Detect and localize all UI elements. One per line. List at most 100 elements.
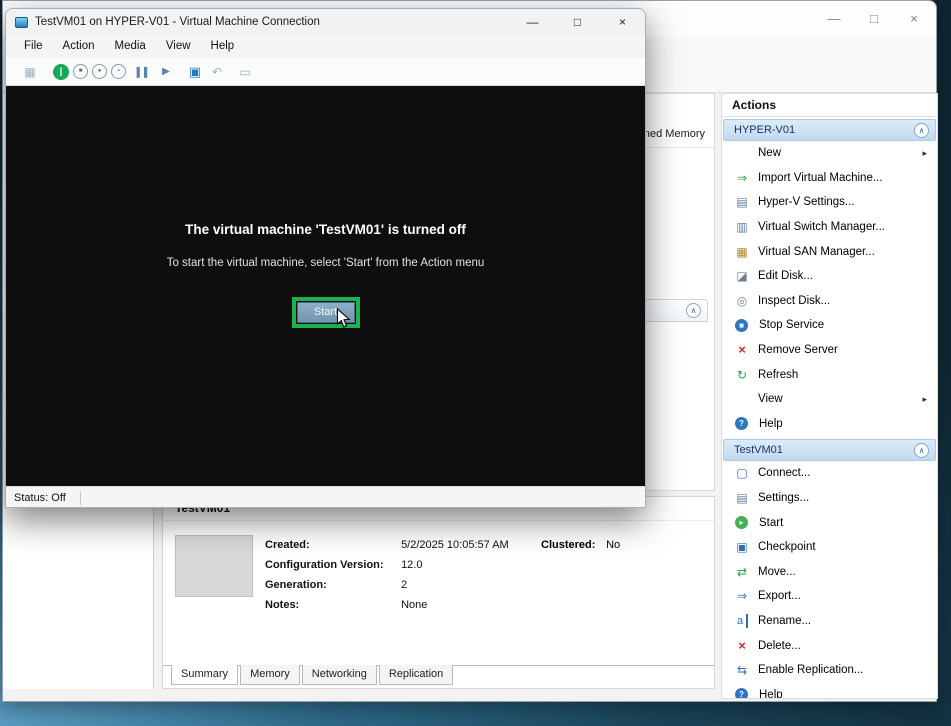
- action-label: Import Virtual Machine...: [758, 172, 882, 184]
- stop-service-icon: ■: [735, 319, 748, 332]
- vm-off-instruction: To start the virtual machine, select 'St…: [6, 257, 645, 269]
- tab-networking[interactable]: Networking: [302, 665, 377, 685]
- inspect-disk-icon: ◎: [734, 294, 750, 308]
- tab-summary[interactable]: Summary: [171, 665, 238, 685]
- chevron-up-icon[interactable]: ∧: [686, 303, 701, 318]
- vmconnect-icon: [15, 17, 28, 28]
- action-label: Stop Service: [759, 319, 824, 331]
- submenu-arrow-icon: ▸: [922, 394, 927, 405]
- tab-memory[interactable]: Memory: [240, 665, 300, 685]
- action-remove-server[interactable]: × Remove Server: [722, 338, 937, 363]
- shut-down-button[interactable]: ●: [92, 64, 107, 79]
- action-label: Move...: [758, 566, 796, 578]
- action-label: Virtual SAN Manager...: [758, 246, 875, 258]
- action-help[interactable]: ? Help: [722, 412, 937, 437]
- checkpoint-button[interactable]: ▣: [186, 64, 204, 80]
- menu-file[interactable]: File: [14, 35, 53, 58]
- virtual-san-manager-icon: ▦: [734, 245, 750, 259]
- actions-group-header-hyperv01[interactable]: HYPER-V01 ∧: [723, 119, 936, 141]
- revert-button[interactable]: ↶: [208, 65, 226, 79]
- status-text: Status: Off: [14, 492, 66, 504]
- action-checkpoint[interactable]: ▣ Checkpoint: [722, 535, 937, 560]
- action-virtual-switch-manager[interactable]: ▥ Virtual Switch Manager...: [722, 215, 937, 240]
- action-export[interactable]: ⇒ Export...: [722, 584, 937, 609]
- refresh-icon: ↻: [734, 368, 750, 382]
- action-start[interactable]: ▸ Start: [722, 510, 937, 535]
- action-move[interactable]: ⇄ Move...: [722, 560, 937, 585]
- action-delete[interactable]: × Delete...: [722, 633, 937, 658]
- action-label: Refresh: [758, 369, 798, 381]
- action-label: Enable Replication...: [758, 664, 863, 676]
- actions-pane: Actions HYPER-V01 ∧ New ▸ ⇒ Import Virtu…: [721, 93, 938, 699]
- action-virtual-san-manager[interactable]: ▦ Virtual SAN Manager...: [722, 239, 937, 264]
- field-value: None: [401, 599, 427, 611]
- vm-thumbnail: [175, 535, 253, 597]
- import-virtual-machine-icon: ⇒: [734, 171, 750, 185]
- action-rename[interactable]: a Rename...: [722, 609, 937, 634]
- connect-icon: ▢: [734, 466, 750, 480]
- vmconnect-window: TestVM01 on HYPER-V01 - Virtual Machine …: [5, 8, 646, 508]
- action-new[interactable]: New ▸: [722, 141, 937, 166]
- rename-icon: a: [734, 614, 748, 628]
- group-header-label: TestVM01: [734, 444, 914, 456]
- turn-off-button[interactable]: ■: [73, 64, 88, 79]
- settings-icon: ▤: [734, 491, 750, 505]
- action-help-vm[interactable]: ? Help: [722, 682, 937, 699]
- action-refresh[interactable]: ↻ Refresh: [722, 362, 937, 387]
- submenu-arrow-icon: ▸: [922, 148, 927, 159]
- action-label: Connect...: [758, 467, 810, 479]
- actions-group-header-testvm01[interactable]: TestVM01 ∧: [723, 439, 936, 461]
- manager-minimize-button[interactable]: —: [814, 1, 854, 37]
- action-stop-service[interactable]: ■ Stop Service: [722, 313, 937, 338]
- field-value: 12.0: [401, 559, 422, 571]
- checkpoint-icon: ▣: [734, 540, 750, 554]
- start-button-toolbar[interactable]: |: [53, 64, 69, 80]
- menu-action[interactable]: Action: [53, 35, 105, 58]
- menu-view[interactable]: View: [156, 35, 201, 58]
- field-label: Configuration Version:: [265, 559, 398, 571]
- tab-replication[interactable]: Replication: [379, 665, 453, 685]
- field-notes: Notes: None: [265, 599, 427, 611]
- action-view[interactable]: View ▸: [722, 387, 937, 412]
- menu-help[interactable]: Help: [201, 35, 245, 58]
- manager-close-button[interactable]: ×: [894, 1, 934, 37]
- start-icon: ▸: [735, 516, 748, 529]
- chevron-up-icon[interactable]: ∧: [914, 443, 929, 458]
- vmconnect-maximize-button[interactable]: □: [555, 9, 600, 35]
- field-value: 5/2/2025 10:05:57 AM: [401, 539, 509, 551]
- field-label: Generation:: [265, 579, 398, 591]
- manager-maximize-button[interactable]: □: [854, 1, 894, 37]
- vmconnect-title: TestVM01 on HYPER-V01 - Virtual Machine …: [35, 16, 510, 28]
- field-value: No: [606, 539, 620, 551]
- save-button[interactable]: ▪: [111, 64, 126, 79]
- remove-server-icon: ×: [734, 343, 750, 357]
- reset-button[interactable]: ▶: [157, 66, 175, 77]
- ctrl-alt-del-button[interactable]: ▦: [21, 65, 39, 79]
- vmconnect-menubar: File Action Media View Help: [6, 35, 645, 58]
- menu-media[interactable]: Media: [105, 35, 156, 58]
- hyper-v-settings-icon: ▤: [734, 195, 750, 209]
- enhanced-session-button[interactable]: ▭: [236, 65, 254, 79]
- virtual-switch-manager-icon: ▥: [734, 220, 750, 234]
- help-icon: ?: [735, 417, 748, 430]
- actions-pane-title: Actions: [722, 94, 937, 117]
- mouse-cursor: [336, 308, 351, 329]
- action-label: Checkpoint: [758, 541, 816, 553]
- action-import-virtual-machine[interactable]: ⇒ Import Virtual Machine...: [722, 166, 937, 191]
- chevron-up-icon[interactable]: ∧: [914, 123, 929, 138]
- action-enable-replication[interactable]: ⇆ Enable Replication...: [722, 658, 937, 683]
- action-label: Rename...: [758, 615, 811, 627]
- group-header-label: HYPER-V01: [734, 124, 914, 136]
- action-label: Virtual Switch Manager...: [758, 221, 885, 233]
- field-label: Notes:: [265, 599, 398, 611]
- action-edit-disk[interactable]: ◪ Edit Disk...: [722, 264, 937, 289]
- action-hyper-v-settings[interactable]: ▤ Hyper-V Settings...: [722, 190, 937, 215]
- action-inspect-disk[interactable]: ◎ Inspect Disk...: [722, 289, 937, 314]
- action-settings[interactable]: ▤ Settings...: [722, 486, 937, 511]
- action-connect[interactable]: ▢ Connect...: [722, 461, 937, 486]
- pause-button[interactable]: ▌▌: [135, 67, 153, 77]
- action-label: Hyper-V Settings...: [758, 196, 855, 208]
- desktop: — □ × Assigned Memory ∧ TestVM01 Created…: [0, 0, 951, 726]
- vmconnect-minimize-button[interactable]: —: [510, 9, 555, 35]
- vmconnect-close-button[interactable]: ×: [600, 9, 645, 35]
